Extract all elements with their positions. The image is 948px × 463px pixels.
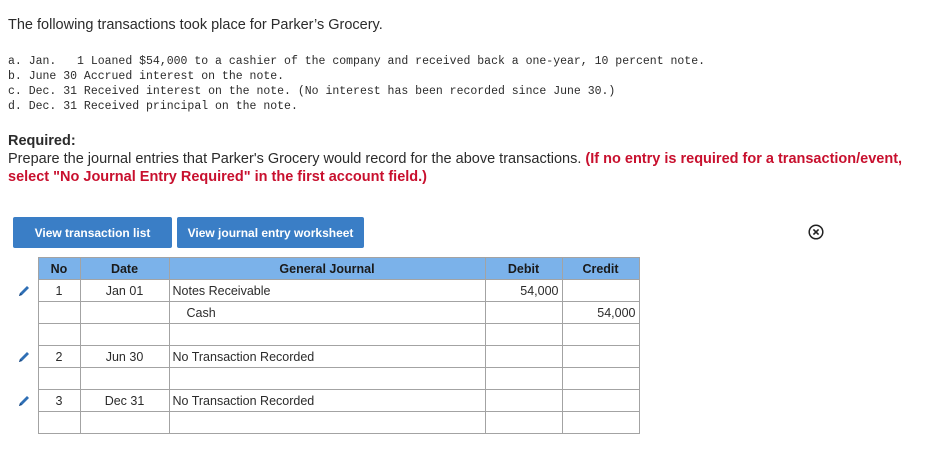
row-edit-cell xyxy=(13,279,38,302)
transaction-item-d: d. Dec. 31 Received principal on the not… xyxy=(8,100,298,113)
row-date xyxy=(79,301,170,324)
transaction-item-b: b. June 30 Accrued interest on the note. xyxy=(8,70,285,83)
required-text: Prepare the journal entries that Parker'… xyxy=(8,150,908,186)
row-edit-cell xyxy=(13,389,38,412)
transaction-item-c: c. Dec. 31 Received interest on the note… xyxy=(8,85,616,98)
row-edit-cell xyxy=(13,323,38,346)
table-row xyxy=(13,367,640,390)
row-account xyxy=(168,323,486,346)
row-account: Notes Receivable xyxy=(168,279,486,302)
row-no: 1 xyxy=(37,279,81,302)
view-transaction-list-button[interactable]: View transaction list xyxy=(13,217,172,248)
row-credit xyxy=(561,323,640,346)
row-credit xyxy=(561,411,640,434)
row-date: Jun 30 xyxy=(79,345,170,368)
row-no xyxy=(37,411,81,434)
transaction-item-a: a. Jan. 1 Loaned $54,000 to a cashier of… xyxy=(8,55,706,68)
row-edit-cell xyxy=(13,367,38,390)
row-account xyxy=(168,367,486,390)
row-date xyxy=(79,323,170,346)
row-date: Jan 01 xyxy=(79,279,170,302)
table-row: 1 Jan 01 Notes Receivable 54,000 xyxy=(13,279,640,302)
header-general-journal: General Journal xyxy=(168,257,486,280)
row-account: No Transaction Recorded xyxy=(168,345,486,368)
row-date xyxy=(79,367,170,390)
row-date xyxy=(79,411,170,434)
row-edit-cell xyxy=(13,301,38,324)
pencil-icon[interactable] xyxy=(17,284,31,298)
row-debit xyxy=(484,323,563,346)
row-no: 2 xyxy=(37,345,81,368)
row-no xyxy=(37,367,81,390)
row-credit xyxy=(561,389,640,412)
required-heading: Required: xyxy=(8,133,76,149)
row-edit-cell xyxy=(13,345,38,368)
journal-table: No Date General Journal Debit Credit 1 Ja… xyxy=(13,257,640,434)
row-edit-cell xyxy=(13,411,38,434)
row-no xyxy=(37,323,81,346)
row-no xyxy=(37,301,81,324)
table-row: Cash 54,000 xyxy=(13,301,640,324)
table-row: 2 Jun 30 No Transaction Recorded xyxy=(13,345,640,368)
intro-text: The following transactions took place fo… xyxy=(8,17,383,33)
table-row: 3 Dec 31 No Transaction Recorded xyxy=(13,389,640,412)
table-row xyxy=(13,323,640,346)
header-edit-spacer xyxy=(13,257,38,280)
view-journal-worksheet-button[interactable]: View journal entry worksheet xyxy=(177,217,364,248)
header-date: Date xyxy=(79,257,170,280)
header-credit: Credit xyxy=(561,257,640,280)
row-debit xyxy=(484,389,563,412)
row-credit xyxy=(561,345,640,368)
row-debit xyxy=(484,345,563,368)
row-debit xyxy=(484,301,563,324)
row-no: 3 xyxy=(37,389,81,412)
row-credit: 54,000 xyxy=(561,301,640,324)
row-debit xyxy=(484,367,563,390)
close-circle-icon[interactable] xyxy=(808,224,824,240)
transaction-list: a. Jan. 1 Loaned $54,000 to a cashier of… xyxy=(8,54,705,114)
table-header-row: No Date General Journal Debit Credit xyxy=(13,257,640,280)
pencil-icon[interactable] xyxy=(17,394,31,408)
row-credit xyxy=(561,367,640,390)
row-account: Cash xyxy=(168,301,486,324)
row-date: Dec 31 xyxy=(79,389,170,412)
pencil-icon[interactable] xyxy=(17,350,31,364)
row-debit: 54,000 xyxy=(484,279,563,302)
header-no: No xyxy=(37,257,81,280)
row-credit xyxy=(561,279,640,302)
row-account xyxy=(168,411,486,434)
row-debit xyxy=(484,411,563,434)
row-account: No Transaction Recorded xyxy=(168,389,486,412)
required-prompt: Prepare the journal entries that Parker'… xyxy=(8,151,586,167)
header-debit: Debit xyxy=(484,257,563,280)
table-row xyxy=(13,411,640,434)
